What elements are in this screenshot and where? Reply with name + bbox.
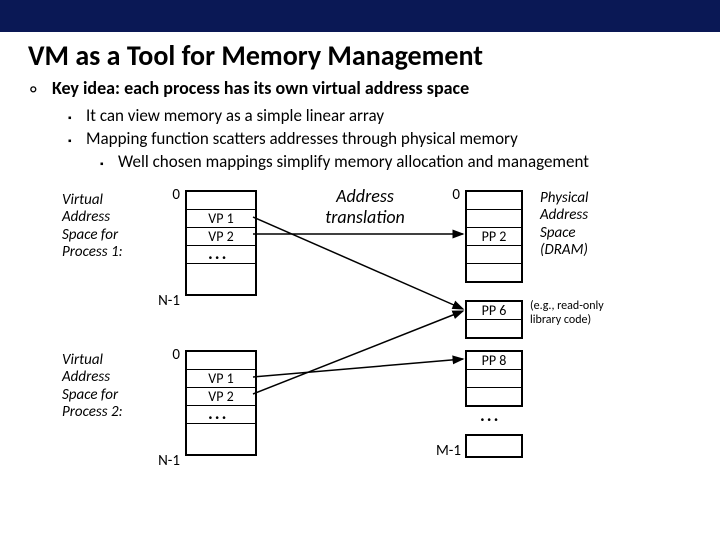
table-row: [467, 370, 521, 388]
bullet-l1: ○ Key idea: each process has its own vir…: [30, 77, 720, 99]
phys-table-mid: PP 6: [465, 300, 523, 339]
ellipsis-icon: ...: [480, 404, 500, 426]
vas2-index-top: 0: [160, 346, 180, 364]
table-row: PP 2: [467, 228, 521, 246]
phys-index-bot: M-1: [427, 442, 461, 460]
table-row: [467, 246, 521, 264]
bullet-marker-icon: ▪: [100, 157, 118, 170]
table-row: PP 6: [467, 302, 521, 320]
table-row: [187, 192, 255, 210]
bullet-marker-icon: ▪: [68, 111, 86, 124]
readonly-note: (e.g., read-only library code): [530, 300, 650, 328]
table-row: [187, 352, 255, 370]
vas2-index-bot: N-1: [150, 452, 180, 470]
table-row: [467, 210, 521, 228]
table-row: [467, 192, 521, 210]
diagram: Virtual Address Space for Process 1: 0 V…: [0, 182, 720, 502]
table-row: [467, 388, 521, 405]
bullet-l3a-text: Well chosen mappings simplify memory all…: [118, 151, 589, 172]
phys-table-bot: PP 8: [465, 350, 523, 407]
slide-title: VM as a Tool for Memory Management: [28, 38, 720, 73]
phys-index-top: 0: [440, 186, 460, 204]
bullet-marker-icon: ▪: [68, 134, 86, 147]
phys-table-end: [465, 434, 523, 458]
ellipsis-icon: ...: [208, 242, 228, 264]
vas1-index-top: 0: [160, 186, 180, 204]
phys-label: Physical Address Space (DRAM): [540, 190, 630, 259]
ellipsis-icon: ...: [208, 402, 228, 424]
bullet-list: ○ Key idea: each process has its own vir…: [30, 77, 720, 172]
bullet-l2b: ▪ Mapping function scatters addresses th…: [68, 128, 720, 149]
address-translation-label: Address translation: [310, 186, 420, 227]
bullet-l3a: ▪ Well chosen mappings simplify memory a…: [100, 151, 720, 172]
bullet-l2a: ▪ It can view memory as a simple linear …: [68, 105, 720, 126]
table-row: VP 1: [187, 210, 255, 228]
bullet-marker-icon: ○: [30, 83, 52, 97]
table-row: [187, 423, 255, 454]
table-row: VP 1: [187, 370, 255, 388]
vas2-label: Virtual Address Space for Process 2:: [62, 352, 152, 421]
phys-table-top: PP 2: [465, 190, 523, 283]
table-row: PP 8: [467, 352, 521, 370]
vas1-index-bot: N-1: [150, 292, 180, 310]
table-row: [467, 320, 521, 337]
bullet-l2b-text: Mapping function scatters addresses thro…: [86, 128, 518, 149]
title-bar: [0, 0, 720, 32]
table-row: [467, 436, 521, 453]
table-row: [467, 264, 521, 281]
bullet-l1-text: Key idea: each process has its own virtu…: [52, 77, 469, 99]
table-row: [187, 263, 255, 294]
vas1-label: Virtual Address Space for Process 1:: [62, 192, 152, 261]
bullet-l2a-text: It can view memory as a simple linear ar…: [86, 105, 384, 126]
